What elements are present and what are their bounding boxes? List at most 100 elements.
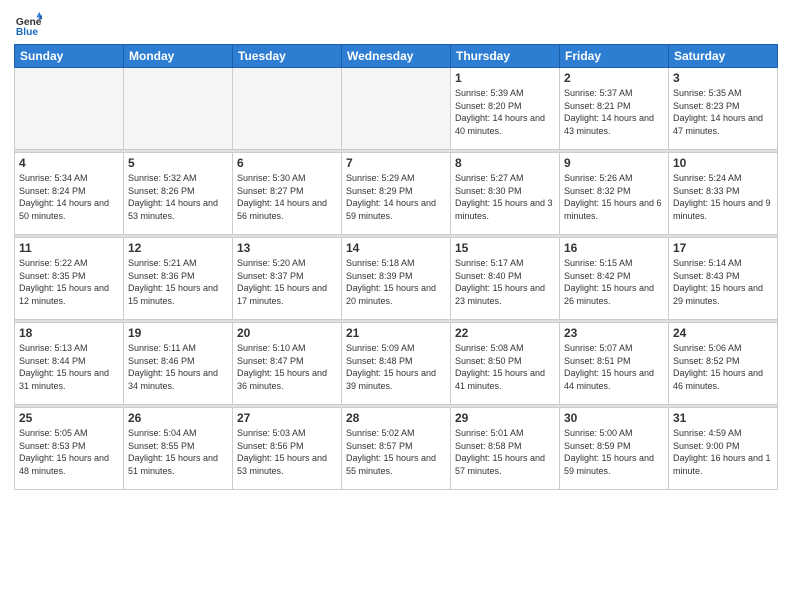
calendar-cell: 31 Sunrise: 4:59 AMSunset: 9:00 PMDayligh… [669,408,778,490]
calendar-cell [342,68,451,150]
calendar-cell: 7 Sunrise: 5:29 AMSunset: 8:29 PMDaylight… [342,153,451,235]
day-info: Sunrise: 5:26 AMSunset: 8:32 PMDaylight:… [564,172,664,222]
calendar-cell: 22Sunrise: 5:08 AMSunset: 8:50 PMDayligh… [451,323,560,405]
day-info: Sunrise: 5:04 AMSunset: 8:55 PMDaylight:… [128,427,228,477]
day-info: Sunrise: 5:08 AMSunset: 8:50 PMDaylight:… [455,342,555,392]
day-info: Sunrise: 5:11 AMSunset: 8:46 PMDaylight:… [128,342,228,392]
calendar-cell: 24Sunrise: 5:06 AMSunset: 8:52 PMDayligh… [669,323,778,405]
calendar-cell [124,68,233,150]
day-info: Sunrise: 5:18 AMSunset: 8:39 PMDaylight:… [346,257,446,307]
svg-text:Blue: Blue [16,27,39,38]
day-number: 18 [19,326,119,340]
day-number: 13 [237,241,337,255]
day-info: Sunrise: 5:00 AMSunset: 8:59 PMDaylight:… [564,427,664,477]
calendar-cell: 23Sunrise: 5:07 AMSunset: 8:51 PMDayligh… [560,323,669,405]
day-info: Sunrise: 5:07 AMSunset: 8:51 PMDaylight:… [564,342,664,392]
day-info: Sunrise: 5:20 AMSunset: 8:37 PMDaylight:… [237,257,337,307]
page: General Blue SundayMondayTuesdayWednesda… [0,0,792,612]
weekday-header-thursday: Thursday [451,45,560,68]
calendar-cell: 6 Sunrise: 5:30 AMSunset: 8:27 PMDaylight… [233,153,342,235]
calendar-cell: 21 Sunrise: 5:09 AMSunset: 8:48 PMDayligh… [342,323,451,405]
weekday-header-friday: Friday [560,45,669,68]
day-info: Sunrise: 5:14 AMSunset: 8:43 PMDaylight:… [673,257,773,307]
day-info: Sunrise: 5:30 AMSunset: 8:27 PMDaylight:… [237,172,337,222]
day-number: 19 [128,326,228,340]
day-info: Sunrise: 5:22 AMSunset: 8:35 PMDaylight:… [19,257,119,307]
calendar-cell: 10 Sunrise: 5:24 AMSunset: 8:33 PMDayligh… [669,153,778,235]
calendar-cell: 3 Sunrise: 5:35 AMSunset: 8:23 PMDaylight… [669,68,778,150]
day-number: 27 [237,411,337,425]
day-number: 20 [237,326,337,340]
calendar-cell: 27Sunrise: 5:03 AMSunset: 8:56 PMDayligh… [233,408,342,490]
calendar-cell: 11 Sunrise: 5:22 AMSunset: 8:35 PMDayligh… [15,238,124,320]
day-number: 26 [128,411,228,425]
calendar-cell: 16Sunrise: 5:15 AMSunset: 8:42 PMDayligh… [560,238,669,320]
calendar-cell: 30 Sunrise: 5:00 AMSunset: 8:59 PMDayligh… [560,408,669,490]
calendar-cell: 14Sunrise: 5:18 AMSunset: 8:39 PMDayligh… [342,238,451,320]
calendar-cell: 20Sunrise: 5:10 AMSunset: 8:47 PMDayligh… [233,323,342,405]
day-number: 9 [564,156,664,170]
day-number: 25 [19,411,119,425]
day-info: Sunrise: 5:35 AMSunset: 8:23 PMDaylight:… [673,87,773,137]
day-number: 12 [128,241,228,255]
day-number: 21 [346,326,446,340]
day-info: Sunrise: 5:39 AMSunset: 8:20 PMDaylight:… [455,87,555,137]
day-number: 30 [564,411,664,425]
weekday-header-sunday: Sunday [15,45,124,68]
calendar-table: SundayMondayTuesdayWednesdayThursdayFrid… [14,44,778,490]
day-info: Sunrise: 5:02 AMSunset: 8:57 PMDaylight:… [346,427,446,477]
calendar-cell: 13 Sunrise: 5:20 AMSunset: 8:37 PMDayligh… [233,238,342,320]
day-number: 4 [19,156,119,170]
day-number: 10 [673,156,773,170]
day-number: 11 [19,241,119,255]
weekday-header-saturday: Saturday [669,45,778,68]
week-row-1: 1Sunrise: 5:39 AMSunset: 8:20 PMDaylight… [15,68,778,150]
day-number: 31 [673,411,773,425]
week-row-3: 11 Sunrise: 5:22 AMSunset: 8:35 PMDayligh… [15,238,778,320]
day-info: Sunrise: 5:13 AMSunset: 8:44 PMDaylight:… [19,342,119,392]
day-number: 29 [455,411,555,425]
header: General Blue [14,10,778,38]
calendar-cell: 17 Sunrise: 5:14 AMSunset: 8:43 PMDayligh… [669,238,778,320]
calendar-cell: 12Sunrise: 5:21 AMSunset: 8:36 PMDayligh… [124,238,233,320]
calendar-cell: 25 Sunrise: 5:05 AMSunset: 8:53 PMDayligh… [15,408,124,490]
day-info: Sunrise: 5:15 AMSunset: 8:42 PMDaylight:… [564,257,664,307]
calendar-cell: 9 Sunrise: 5:26 AMSunset: 8:32 PMDaylight… [560,153,669,235]
calendar-cell: 18 Sunrise: 5:13 AMSunset: 8:44 PMDayligh… [15,323,124,405]
day-info: Sunrise: 5:32 AMSunset: 8:26 PMDaylight:… [128,172,228,222]
weekday-header-tuesday: Tuesday [233,45,342,68]
calendar-cell: 28 Sunrise: 5:02 AMSunset: 8:57 PMDayligh… [342,408,451,490]
day-number: 2 [564,71,664,85]
calendar-cell [15,68,124,150]
calendar-cell: 15 Sunrise: 5:17 AMSunset: 8:40 PMDayligh… [451,238,560,320]
day-number: 7 [346,156,446,170]
calendar-cell: 19 Sunrise: 5:11 AMSunset: 8:46 PMDayligh… [124,323,233,405]
day-number: 3 [673,71,773,85]
day-number: 6 [237,156,337,170]
week-row-2: 4 Sunrise: 5:34 AMSunset: 8:24 PMDaylight… [15,153,778,235]
day-info: Sunrise: 5:01 AMSunset: 8:58 PMDaylight:… [455,427,555,477]
calendar-cell: 29 Sunrise: 5:01 AMSunset: 8:58 PMDayligh… [451,408,560,490]
day-info: Sunrise: 5:09 AMSunset: 8:48 PMDaylight:… [346,342,446,392]
week-row-4: 18 Sunrise: 5:13 AMSunset: 8:44 PMDayligh… [15,323,778,405]
logo-icon: General Blue [14,10,42,38]
day-info: Sunrise: 5:05 AMSunset: 8:53 PMDaylight:… [19,427,119,477]
calendar-cell: 2Sunrise: 5:37 AMSunset: 8:21 PMDaylight… [560,68,669,150]
weekday-header-row: SundayMondayTuesdayWednesdayThursdayFrid… [15,45,778,68]
weekday-header-wednesday: Wednesday [342,45,451,68]
logo: General Blue [14,10,42,38]
day-info: Sunrise: 5:34 AMSunset: 8:24 PMDaylight:… [19,172,119,222]
day-info: Sunrise: 5:17 AMSunset: 8:40 PMDaylight:… [455,257,555,307]
day-info: Sunrise: 5:24 AMSunset: 8:33 PMDaylight:… [673,172,773,222]
day-info: Sunrise: 5:29 AMSunset: 8:29 PMDaylight:… [346,172,446,222]
calendar-cell: 8 Sunrise: 5:27 AMSunset: 8:30 PMDaylight… [451,153,560,235]
day-number: 8 [455,156,555,170]
day-number: 28 [346,411,446,425]
day-number: 15 [455,241,555,255]
day-number: 17 [673,241,773,255]
day-info: Sunrise: 5:27 AMSunset: 8:30 PMDaylight:… [455,172,555,222]
calendar-cell [233,68,342,150]
calendar-cell: 4 Sunrise: 5:34 AMSunset: 8:24 PMDaylight… [15,153,124,235]
day-info: Sunrise: 4:59 AMSunset: 9:00 PMDaylight:… [673,427,773,477]
week-row-5: 25 Sunrise: 5:05 AMSunset: 8:53 PMDayligh… [15,408,778,490]
